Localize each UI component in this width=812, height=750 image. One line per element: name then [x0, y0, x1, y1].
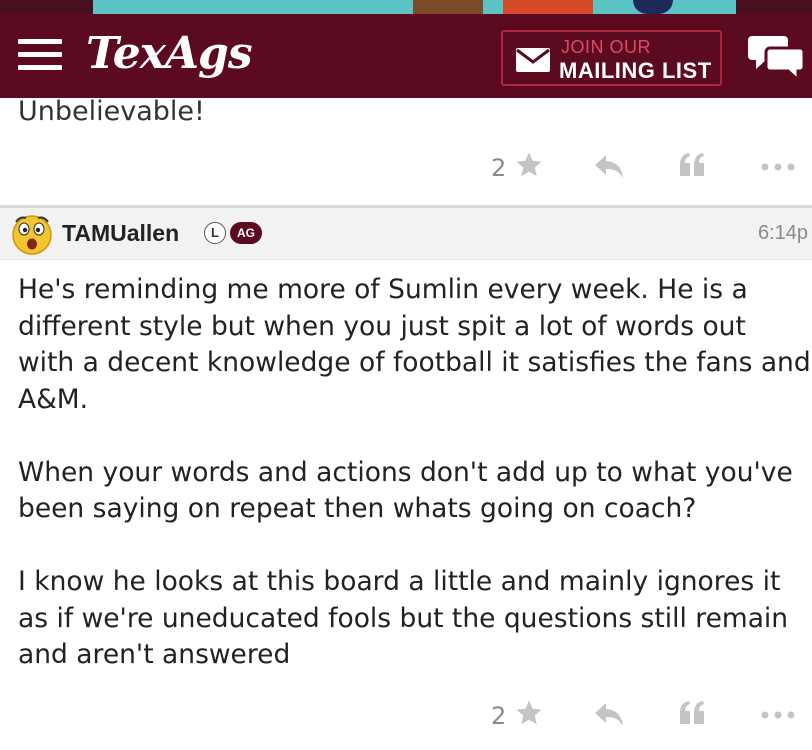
- lifetime-badge: L: [204, 222, 226, 244]
- post-paragraph: I know he looks at this board a little a…: [18, 566, 789, 670]
- ad-mascot-shape: [633, 0, 673, 14]
- ad-label-shape: [503, 0, 593, 14]
- star-count: 2: [491, 154, 507, 182]
- mailing-list-line2: MAILING LIST: [559, 58, 712, 83]
- star-count: 2: [491, 702, 507, 730]
- post-body: He's reminding me more of Sumlin every w…: [18, 272, 812, 674]
- quote-icon[interactable]: [677, 698, 707, 728]
- site-header: TexAgs JOIN OUR MAILING LIST: [0, 14, 812, 98]
- menu-bar: [18, 65, 62, 70]
- menu-bar: [18, 39, 62, 44]
- ad-banner-strip: [0, 0, 812, 14]
- previous-post-text: Unbelievable!: [18, 96, 205, 127]
- previous-post-actions: 2: [0, 148, 812, 188]
- post-paragraph: When your words and actions don't add up…: [18, 456, 793, 525]
- reply-icon[interactable]: [593, 152, 625, 180]
- hamburger-menu-icon[interactable]: [18, 39, 62, 73]
- quote-icon[interactable]: [677, 150, 707, 180]
- envelope-icon: [516, 48, 550, 72]
- post-paragraph: He's reminding me more of Sumlin every w…: [18, 274, 811, 415]
- site-logo[interactable]: TexAgs: [86, 28, 253, 79]
- join-mailing-list-button[interactable]: JOIN OUR MAILING LIST: [501, 30, 722, 86]
- avatar[interactable]: [10, 212, 54, 256]
- more-options-icon[interactable]: [760, 710, 796, 720]
- more-options-icon[interactable]: [760, 162, 796, 172]
- star-icon[interactable]: [514, 698, 544, 728]
- post-header: TAMUallen L AG 6:14p: [0, 208, 812, 260]
- ad-figure-shape: [413, 0, 483, 14]
- menu-bar: [18, 52, 62, 57]
- post-actions: 2: [0, 696, 812, 736]
- star-icon[interactable]: [514, 150, 544, 180]
- chat-bubbles-icon[interactable]: [748, 32, 808, 82]
- post-username[interactable]: TAMUallen: [62, 220, 179, 247]
- post-timestamp: 6:14p: [757, 222, 808, 244]
- mailing-list-line1: JOIN OUR: [561, 37, 652, 57]
- reply-icon[interactable]: [593, 700, 625, 728]
- ad-banner-image[interactable]: [93, 0, 736, 14]
- ag-badge: AG: [230, 222, 262, 244]
